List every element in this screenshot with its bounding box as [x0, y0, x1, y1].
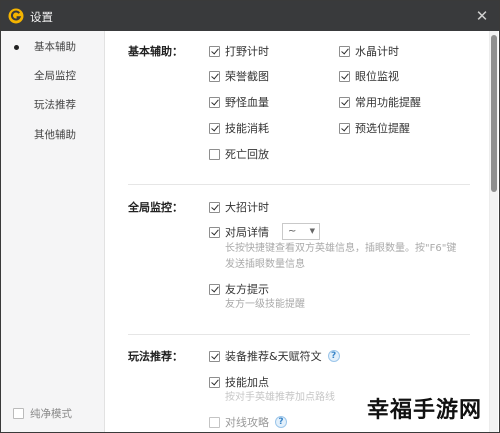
watermark-text: 幸福手游网	[363, 392, 485, 424]
option-label: 对局详情	[225, 226, 269, 239]
option-label: 大招计时	[225, 201, 269, 214]
pure-mode-label: 纯净模式	[30, 407, 72, 420]
settings-window: 设置 ✕ 基本辅助 全局监控 玩法推荐 其他辅助 纯净模式 基本辅助： 打野计时	[0, 0, 500, 433]
section-divider	[128, 184, 470, 185]
option-skill-cost[interactable]: 技能消耗	[209, 120, 269, 136]
title-bar[interactable]: 设置 ✕	[1, 1, 499, 31]
option-common-reminder[interactable]: 常用功能提醒	[339, 94, 421, 110]
hotkey-value: ~	[288, 226, 297, 237]
checkbox[interactable]	[209, 70, 220, 82]
option-label: 技能加点	[225, 376, 269, 389]
settings-content: 基本辅助： 打野计时 水晶计时 荣誉截图 眼位监视 野怪血量 常用功能提醒 技能	[106, 31, 490, 432]
option-equip-rune[interactable]: 装备推荐&天赋符文 ?	[209, 348, 340, 364]
section-label-gameplay: 玩法推荐：	[128, 350, 183, 363]
sidebar-item-label: 全局监控	[34, 70, 76, 82]
section-label-monitor: 全局监控：	[128, 201, 183, 214]
sidebar-item-other[interactable]: 其他辅助	[1, 122, 105, 148]
option-label: 水晶计时	[355, 45, 399, 58]
sidebar: 基本辅助 全局监控 玩法推荐 其他辅助 纯净模式	[1, 31, 105, 432]
checkbox[interactable]	[339, 122, 350, 134]
section-label-basic: 基本辅助：	[128, 45, 183, 58]
checkbox[interactable]	[209, 283, 220, 295]
option-label: 装备推荐&天赋符文	[225, 350, 322, 363]
option-counter-guide[interactable]: 对线攻略 ?	[209, 414, 287, 430]
checkbox[interactable]	[209, 201, 220, 213]
checkbox[interactable]	[209, 376, 220, 388]
checkbox[interactable]	[339, 96, 350, 108]
option-jungle-timer[interactable]: 打野计时	[209, 43, 269, 59]
window-title: 设置	[30, 10, 53, 24]
help-icon[interactable]: ?	[275, 416, 287, 428]
checkbox[interactable]	[209, 96, 220, 108]
sidebar-item-label: 玩法推荐	[34, 99, 76, 111]
option-match-detail[interactable]: 对局详情	[209, 224, 269, 240]
section-divider	[128, 334, 470, 335]
pure-mode-toggle[interactable]: 纯净模式	[13, 406, 72, 420]
close-button[interactable]: ✕	[471, 5, 493, 27]
option-honor-screenshot[interactable]: 荣誉截图	[209, 68, 269, 84]
skill-points-desc: 按对手英雄推荐加点路线	[225, 392, 335, 403]
chevron-down-icon: ▼	[309, 227, 315, 235]
option-label: 野怪血量	[225, 96, 269, 109]
checkbox[interactable]	[339, 45, 350, 57]
checkbox[interactable]	[209, 122, 220, 134]
checkbox[interactable]	[209, 148, 220, 160]
sidebar-item-basic[interactable]: 基本辅助	[1, 34, 105, 60]
option-label: 对线攻略	[225, 416, 269, 429]
option-ally-hint[interactable]: 友方提示	[209, 281, 269, 297]
option-ult-timer[interactable]: 大招计时	[209, 199, 269, 215]
option-label: 预选位提醒	[355, 122, 410, 135]
option-monster-hp[interactable]: 野怪血量	[209, 94, 269, 110]
sidebar-item-label: 基本辅助	[34, 41, 76, 53]
checkbox[interactable]	[209, 226, 220, 238]
option-label: 打野计时	[225, 45, 269, 58]
app-logo-icon	[8, 8, 24, 24]
checkbox[interactable]	[209, 350, 220, 362]
option-skill-points[interactable]: 技能加点	[209, 374, 269, 390]
ally-hint-desc: 友方一级技能提醒	[225, 299, 305, 310]
option-death-replay[interactable]: 死亡回放	[209, 146, 269, 162]
match-detail-hotkey-select[interactable]: ~ ▼	[282, 223, 320, 240]
option-label: 眼位监视	[355, 70, 399, 83]
option-label: 友方提示	[225, 283, 269, 296]
help-icon[interactable]: ?	[327, 350, 340, 362]
option-label: 死亡回放	[225, 148, 269, 161]
sidebar-item-label: 其他辅助	[34, 129, 76, 141]
option-preselect-reminder[interactable]: 预选位提醒	[339, 120, 410, 136]
option-label: 技能消耗	[225, 122, 269, 135]
vertical-scrollbar[interactable]	[489, 31, 498, 432]
scrollbar-thumb[interactable]	[491, 35, 497, 192]
checkbox[interactable]	[209, 45, 220, 57]
match-detail-desc-line1: 长按快捷键查看双方英雄信息，插眼数量。按"F6"键	[225, 243, 457, 254]
sidebar-item-monitor[interactable]: 全局监控	[1, 63, 105, 89]
checkbox[interactable]	[339, 70, 350, 82]
option-crystal-timer[interactable]: 水晶计时	[339, 43, 399, 59]
pure-mode-checkbox[interactable]	[13, 407, 24, 419]
option-label: 常用功能提醒	[355, 96, 421, 109]
option-ward-monitor[interactable]: 眼位监视	[339, 68, 399, 84]
active-indicator-icon	[14, 45, 19, 50]
checkbox[interactable]	[209, 416, 220, 428]
match-detail-desc-line2: 发送插眼数量信息	[225, 259, 305, 270]
option-label: 荣誉截图	[225, 70, 269, 83]
sidebar-item-gameplay[interactable]: 玩法推荐	[1, 92, 105, 118]
